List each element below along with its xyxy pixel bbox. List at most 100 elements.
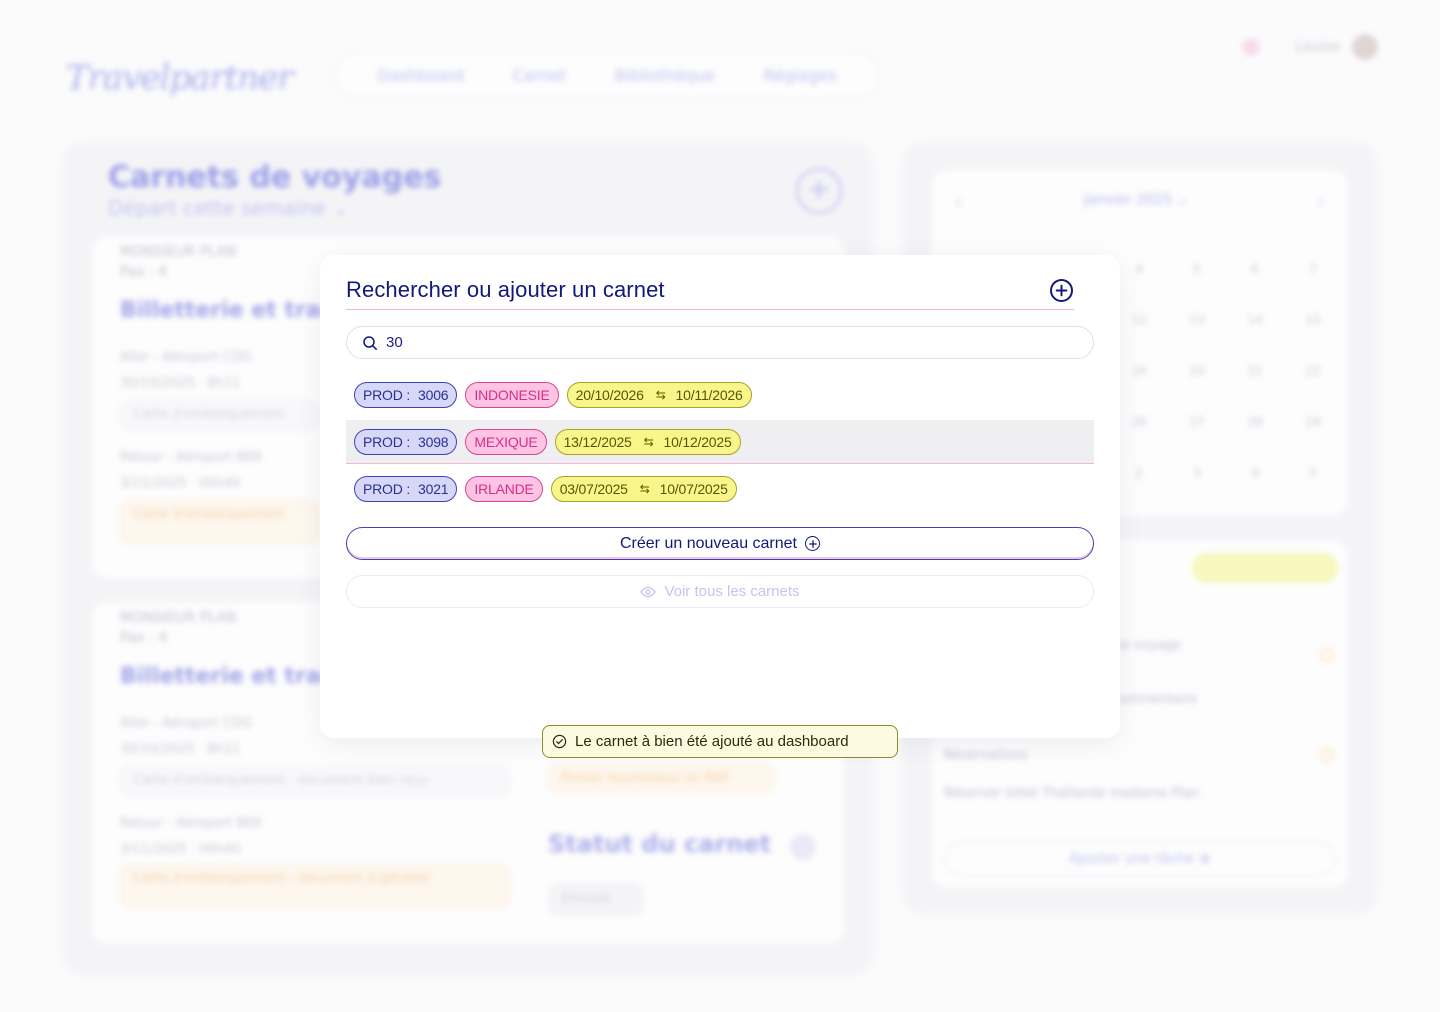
- prod-badge: PROD : 3098: [354, 428, 458, 455]
- calendar-day: 28: [1247, 415, 1263, 429]
- calendar-day: 2: [1135, 466, 1143, 480]
- task-line-blurred: Réserver billet Thaïlande madame Plan: [944, 786, 1200, 801]
- result-row[interactable]: PROD : 3021 IRLANDE 03/07/2025 ⇆ 10/07/2025: [346, 467, 1094, 511]
- info-icon: [790, 834, 816, 860]
- result-row[interactable]: PROD : 3098 MEXIQUE 13/12/2025 ⇆ 10/12/2025: [346, 420, 1094, 464]
- success-toast: Le carnet à bien été ajouté au dashboard: [542, 725, 898, 758]
- user-name: Louise: [1295, 39, 1340, 55]
- date-to: 10/11/2026: [675, 387, 743, 403]
- swap-icon: ⇆: [643, 434, 654, 449]
- card-line-blurred: Aller - Aéroport CDG: [120, 716, 253, 731]
- add-carnet-button[interactable]: [1050, 279, 1073, 302]
- main-nav: Dashboard Carnet Bibliothèque Réglages: [334, 52, 880, 98]
- check-circle-icon: [552, 734, 567, 749]
- date-from: 13/12/2025: [563, 433, 632, 450]
- add-task-button-blurred: Ajouter une tâche ⊕: [944, 842, 1336, 876]
- prod-label: PROD :: [363, 481, 411, 497]
- app-logo: Travelpartner: [66, 58, 294, 98]
- task-line-blurred: le voyage: [1118, 638, 1182, 653]
- calendar-month-blurred: Janvier 2025 ⌄: [1084, 192, 1189, 208]
- search-icon: [363, 335, 377, 350]
- card-doc-blurred: Carte d'embarquement - document bien reç…: [120, 766, 510, 796]
- calendar-day: 29: [1305, 415, 1321, 429]
- date-to: 10/07/2025: [659, 481, 728, 497]
- card-heading-blurred: Billetterie et trans: [120, 664, 350, 689]
- calendar-day: 20: [1189, 364, 1205, 378]
- calendar-day: 15: [1305, 313, 1321, 327]
- card-warning-blurred: Carte d'embarquement - document à génére…: [120, 864, 510, 908]
- card-line-blurred: Retour - Aéroport BKK: [120, 816, 263, 831]
- calendar-day: 14: [1247, 313, 1263, 327]
- view-all-carnets-button[interactable]: Voir tous les carnets: [346, 575, 1094, 608]
- prod-badge: PROD : 3021: [354, 476, 458, 502]
- calendar-day: 4: [1135, 262, 1143, 276]
- card-doc-blurred: Carte d'embarquement: [120, 400, 320, 430]
- task-line-blurred: Réservations: [944, 748, 1028, 763]
- prod-number: 3098: [418, 433, 449, 450]
- status-badge: Envoyé: [548, 882, 644, 916]
- statut-heading-blurred: Statut du carnet: [548, 830, 772, 858]
- calendar-day: 12: [1131, 313, 1147, 327]
- task-status-icon: [1320, 648, 1334, 662]
- nav-item-dashboard: Dashboard: [377, 65, 465, 85]
- swap-icon: ⇆: [655, 388, 666, 402]
- country-badge: MEXIQUE: [465, 428, 547, 455]
- card-pax-blurred: Pax : 4: [120, 630, 168, 646]
- eye-icon: [640, 586, 657, 597]
- create-carnet-button[interactable]: Créer un nouveau carnet: [346, 527, 1094, 560]
- task-status-icon: [1320, 748, 1334, 762]
- task-line-blurred: ommentaire: [1118, 692, 1198, 707]
- prod-label: PROD :: [363, 433, 411, 450]
- card-warning-blurred: Carte d'embarquement: [120, 500, 320, 544]
- modal-title: Rechercher ou ajouter un carnet: [346, 277, 665, 302]
- card-line-blurred: Retour - Aéroport BKK: [120, 450, 263, 465]
- calendar-day: 13: [1189, 313, 1205, 327]
- notification-icon: [1242, 38, 1260, 56]
- date-range-badge: 20/10/2026 ⇆ 10/11/2026: [566, 382, 752, 408]
- swap-icon: ⇆: [639, 482, 650, 496]
- date-range-badge: 13/12/2025 ⇆ 10/12/2025: [554, 428, 741, 455]
- calendar-day: 26: [1131, 415, 1147, 429]
- plus-circle-icon: [805, 536, 820, 551]
- country-badge: INDONESIE: [465, 382, 559, 408]
- calendar-day: 6: [1251, 262, 1259, 276]
- add-carnet-icon-blurred: +: [796, 168, 842, 214]
- nav-item-reglages: Réglages: [763, 65, 837, 85]
- carnets-filter-blurred: Départ cette semaine ⌄: [108, 196, 349, 220]
- toast-message: Le carnet à bien été ajouté au dashboard: [575, 733, 849, 750]
- nav-item-carnet: Carnet: [512, 65, 567, 85]
- card-heading-blurred: Billetterie et trans: [120, 298, 350, 323]
- prod-label: PROD :: [363, 387, 411, 403]
- create-carnet-label: Créer un nouveau carnet: [620, 534, 797, 552]
- calendar-day: 3: [1193, 466, 1201, 480]
- calendar-day: 27: [1189, 415, 1205, 429]
- calendar-day: 22: [1305, 364, 1321, 378]
- search-field[interactable]: [346, 326, 1094, 359]
- date-range-badge: 03/07/2025 ⇆ 10/07/2025: [550, 476, 737, 502]
- card-line-blurred: 30/10/2025 · 8h11: [120, 742, 241, 757]
- calendar-day: 7: [1309, 262, 1317, 276]
- date-to: 10/12/2025: [663, 433, 732, 450]
- result-row[interactable]: PROD : 3006 INDONESIE 20/10/2026 ⇆ 10/11/2026: [346, 373, 1094, 417]
- card-client-blurred: MONSIEUR PLAN: [120, 610, 237, 626]
- card-line-blurred: 30/10/2025 · 8h11: [120, 376, 241, 391]
- calendar-day: 4: [1251, 466, 1259, 480]
- carnets-title-blurred: Carnets de voyages: [108, 160, 442, 195]
- tasks-period-pill: [1192, 553, 1338, 583]
- prod-number: 3021: [418, 481, 449, 497]
- title-divider: [346, 309, 1074, 310]
- prod-badge: PROD : 3006: [354, 382, 458, 408]
- search-input[interactable]: [386, 334, 1066, 351]
- view-all-label: Voir tous les carnets: [664, 583, 800, 600]
- avatar: [1352, 34, 1378, 60]
- calendar-day: 21: [1247, 364, 1263, 378]
- card-pax-blurred: Pax : 4: [120, 264, 168, 280]
- card-line-blurred: Aller - Aéroport CDG: [120, 350, 253, 365]
- calendar-day: 5: [1309, 466, 1317, 480]
- calendar-day: 5: [1193, 262, 1201, 276]
- calendar-day: 19: [1131, 364, 1147, 378]
- card-line-blurred: 3/11/2025 · 06h40: [120, 842, 241, 857]
- prod-number: 3006: [418, 387, 449, 403]
- card-client-blurred: MONSIEUR PLAN: [120, 244, 237, 260]
- card-warning-blurred: Fichier fournisseur en RAF: [548, 764, 774, 793]
